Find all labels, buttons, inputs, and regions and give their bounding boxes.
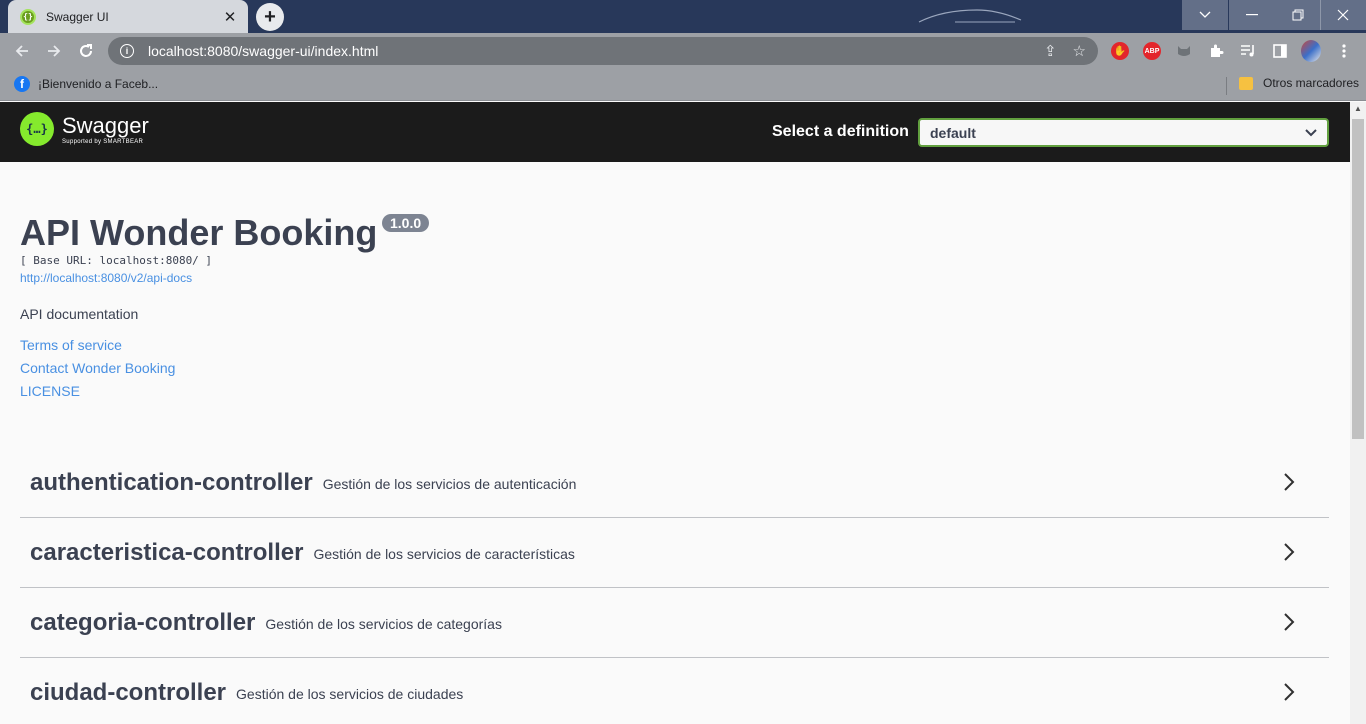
tab-title: Swagger UI (46, 9, 109, 24)
profile-avatar[interactable] (1301, 40, 1321, 62)
close-window-button[interactable] (1320, 0, 1366, 30)
browser-menu-icon[interactable] (1334, 41, 1354, 61)
address-bar[interactable]: i localhost:8080/swagger-ui/index.html ⇪… (108, 37, 1098, 65)
tag-name: ciudad-controller (30, 678, 227, 706)
operation-tags: authentication-controller Gestión de los… (20, 448, 1329, 724)
logo-subtitle: Supported by SMARTBEAR (62, 138, 144, 145)
tag-name: authentication-controller (30, 468, 313, 496)
bookmark-facebook[interactable]: f ¡Bienvenido a Faceb... (14, 76, 158, 92)
media-control-icon[interactable] (1238, 41, 1258, 61)
api-title: API Wonder Booking (20, 212, 378, 253)
adblock-plus-extension-icon[interactable]: ABP (1142, 41, 1162, 61)
url-text[interactable]: localhost:8080/swagger-ui/index.html (148, 43, 1028, 59)
api-docs-link[interactable]: http://localhost:8080/v2/api-docs (20, 271, 192, 285)
swagger-logo-icon: {…} (20, 112, 54, 146)
tab-search-icon[interactable] (1182, 0, 1228, 30)
back-icon[interactable] (10, 39, 34, 63)
bookmark-label: Otros marcadores (1263, 76, 1360, 90)
tab-close-icon[interactable]: ✕ (222, 8, 238, 26)
theme-car-icon (918, 9, 1022, 23)
base-url: [ Base URL: localhost:8080/ ] (20, 254, 213, 267)
browser-tab[interactable]: {} Swagger UI ✕ (8, 0, 248, 33)
definition-select[interactable]: default (918, 118, 1329, 147)
side-panel-icon[interactable] (1270, 41, 1290, 61)
swagger-logo[interactable]: {…} Swagger Supported by SMARTBEAR (20, 112, 149, 146)
bookmarks-bar: f ¡Bienvenido a Faceb... Otros marcadore… (0, 69, 1366, 101)
chevron-right-icon[interactable] (1279, 542, 1299, 562)
browser-tabstrip: {} Swagger UI ✕ + (0, 0, 1366, 33)
tag-caracteristica-controller[interactable]: caracteristica-controller Gestión de los… (20, 518, 1329, 588)
browser-toolbar: i localhost:8080/swagger-ui/index.html ⇪… (0, 33, 1366, 69)
tag-description: Gestión de los servicios de autenticació… (322, 475, 577, 492)
minimize-button[interactable] (1229, 0, 1275, 30)
bookmark-other-folder[interactable]: Otros marcadores (1239, 76, 1359, 90)
restore-button[interactable] (1275, 0, 1321, 30)
page-scrollbar[interactable]: ▲ (1350, 102, 1366, 724)
new-tab-button[interactable]: + (256, 3, 284, 31)
api-description: API documentation (20, 306, 139, 322)
swagger-favicon-icon: {} (20, 8, 36, 25)
tag-description: Gestión de los servicios de ciudades (236, 685, 464, 702)
scroll-up-icon[interactable]: ▲ (1350, 104, 1366, 116)
extensions-puzzle-icon[interactable] (1206, 41, 1226, 61)
logo-name: Swagger (62, 112, 149, 138)
chevron-down-icon (1305, 128, 1317, 136)
swagger-topbar: {…} Swagger Supported by SMARTBEAR Selec… (0, 102, 1350, 162)
tag-name: caracteristica-controller (30, 538, 304, 566)
license-link[interactable]: LICENSE (20, 383, 80, 399)
folder-icon (1239, 76, 1253, 90)
tag-ciudad-controller[interactable]: ciudad-controller Gestión de los servici… (20, 658, 1329, 724)
select-definition-label: Select a definition (772, 123, 909, 140)
share-icon[interactable]: ⇪ (1044, 42, 1057, 60)
chevron-right-icon[interactable] (1279, 682, 1299, 702)
forward-icon[interactable] (42, 39, 66, 63)
site-info-icon[interactable]: i (120, 44, 134, 58)
version-badge: 1.0.0 (382, 214, 430, 232)
tag-categoria-controller[interactable]: categoria-controller Gestión de los serv… (20, 588, 1329, 658)
contact-link[interactable]: Contact Wonder Booking (20, 360, 175, 376)
tag-authentication-controller[interactable]: authentication-controller Gestión de los… (20, 448, 1329, 518)
tag-description: Gestión de los servicios de característi… (313, 545, 575, 562)
scrollbar-thumb[interactable] (1352, 119, 1364, 439)
bookmarks-divider (1226, 77, 1227, 95)
tag-name: categoria-controller (30, 608, 256, 636)
definition-select-value: default (930, 124, 976, 141)
chevron-right-icon[interactable] (1279, 472, 1299, 492)
page-viewport: {…} Swagger Supported by SMARTBEAR Selec… (0, 102, 1366, 724)
stop-hand-extension-icon[interactable]: ✋ (1110, 41, 1130, 61)
bookmark-label: ¡Bienvenido a Faceb... (38, 77, 159, 91)
cat-extension-icon[interactable] (1174, 41, 1194, 61)
facebook-icon: f (14, 76, 30, 92)
terms-of-service-link[interactable]: Terms of service (20, 337, 122, 353)
tag-description: Gestión de los servicios de categorías (265, 615, 502, 632)
reload-icon[interactable] (74, 39, 98, 63)
chevron-right-icon[interactable] (1279, 612, 1299, 632)
bookmark-star-icon[interactable]: ☆ (1073, 42, 1086, 60)
